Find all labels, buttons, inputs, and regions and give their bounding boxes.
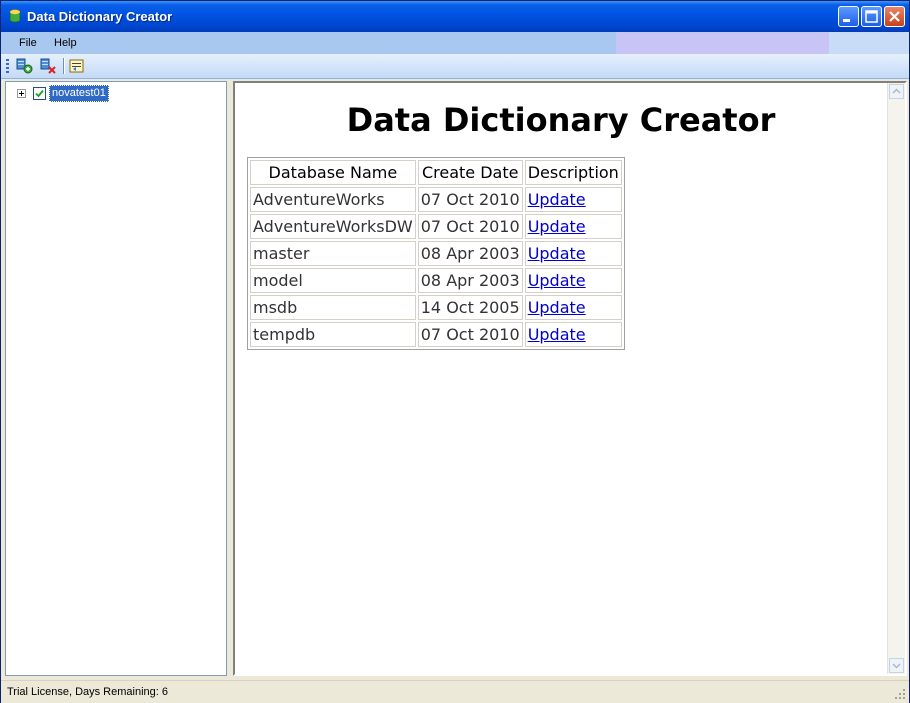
database-name-cell: master bbox=[250, 241, 416, 266]
table-header-row: Database Name Create Date Description bbox=[250, 160, 622, 185]
database-name-cell: model bbox=[250, 268, 416, 293]
create-date-cell: 07 Oct 2010 bbox=[417, 322, 523, 347]
expand-icon[interactable] bbox=[17, 89, 26, 98]
create-date-cell: 07 Oct 2010 bbox=[417, 214, 523, 239]
column-header: Database Name bbox=[250, 160, 416, 185]
menu-file[interactable]: File bbox=[19, 37, 37, 49]
create-date-cell: 07 Oct 2010 bbox=[417, 187, 523, 212]
description-cell: Update bbox=[524, 187, 622, 212]
update-link[interactable]: Update bbox=[528, 244, 586, 263]
table-row: AdventureWorksDW 07 Oct 2010 Update bbox=[250, 214, 622, 239]
table-row: tempdb 07 Oct 2010 Update bbox=[250, 322, 622, 347]
database-name-cell: AdventureWorksDW bbox=[250, 214, 416, 239]
column-header: Description bbox=[524, 160, 622, 185]
report-document: Data Dictionary Creator Database Name Cr… bbox=[235, 83, 887, 674]
update-link[interactable]: Update bbox=[528, 217, 586, 236]
scroll-up-button[interactable] bbox=[889, 84, 904, 99]
toolbar bbox=[1, 54, 909, 79]
table-row: msdb 14 Oct 2005 Update bbox=[250, 295, 622, 320]
update-link[interactable]: Update bbox=[528, 298, 586, 317]
title-bar[interactable]: Data Dictionary Creator bbox=[1, 1, 909, 33]
minimize-button[interactable] bbox=[838, 6, 859, 27]
vertical-scrollbar[interactable] bbox=[887, 83, 905, 674]
database-table: Database Name Create Date Description Ad… bbox=[247, 157, 625, 350]
server-tree[interactable]: novatest01 bbox=[5, 81, 227, 676]
create-date-cell: 08 Apr 2003 bbox=[417, 268, 523, 293]
report-view: Data Dictionary Creator Database Name Cr… bbox=[233, 81, 907, 676]
app-icon bbox=[7, 8, 23, 24]
database-name-cell: msdb bbox=[250, 295, 416, 320]
close-button[interactable] bbox=[884, 6, 905, 27]
table-row: model 08 Apr 2003 Update bbox=[250, 268, 622, 293]
menu-bar-accent-right bbox=[829, 32, 909, 54]
create-date-cell: 14 Oct 2005 bbox=[417, 295, 523, 320]
tree-node-checkbox[interactable] bbox=[33, 87, 46, 100]
create-date-cell: 08 Apr 2003 bbox=[417, 241, 523, 266]
toolbar-grip[interactable] bbox=[6, 59, 9, 74]
description-cell: Update bbox=[524, 268, 622, 293]
resize-grip-icon[interactable] bbox=[894, 688, 906, 700]
checkmark-icon bbox=[35, 89, 44, 98]
scroll-down-button[interactable] bbox=[889, 658, 904, 673]
update-link[interactable]: Update bbox=[528, 190, 586, 209]
tree-node-label[interactable]: novatest01 bbox=[49, 85, 109, 102]
database-name-cell: tempdb bbox=[250, 322, 416, 347]
window-title: Data Dictionary Creator bbox=[27, 9, 173, 24]
minimize-icon bbox=[843, 19, 850, 22]
status-bar: Trial License, Days Remaining: 6 bbox=[1, 680, 909, 703]
column-header: Create Date bbox=[417, 160, 523, 185]
description-cell: Update bbox=[524, 295, 622, 320]
description-cell: Update bbox=[524, 214, 622, 239]
maximize-icon bbox=[865, 10, 878, 23]
update-link[interactable]: Update bbox=[528, 325, 586, 344]
description-cell: Update bbox=[524, 241, 622, 266]
update-link[interactable]: Update bbox=[528, 271, 586, 290]
toolbar-separator bbox=[63, 58, 65, 74]
license-status: Trial License, Days Remaining: 6 bbox=[7, 686, 168, 698]
maximize-button[interactable] bbox=[861, 6, 882, 27]
menu-bar: File Help bbox=[1, 32, 909, 54]
table-row: master 08 Apr 2003 Update bbox=[250, 241, 622, 266]
export-icon[interactable] bbox=[68, 57, 86, 75]
disconnect-server-icon[interactable] bbox=[39, 57, 57, 75]
chevron-up-icon bbox=[892, 88, 901, 94]
description-cell: Update bbox=[524, 322, 622, 347]
close-icon bbox=[889, 11, 900, 22]
menu-help[interactable]: Help bbox=[54, 37, 77, 49]
database-name-cell: AdventureWorks bbox=[250, 187, 416, 212]
chevron-down-icon bbox=[892, 663, 901, 669]
page-title: Data Dictionary Creator bbox=[346, 101, 776, 139]
connect-server-icon[interactable] bbox=[15, 57, 33, 75]
table-row: AdventureWorks 07 Oct 2010 Update bbox=[250, 187, 622, 212]
menu-bar-accent bbox=[616, 32, 829, 54]
app-window: Data Dictionary Creator File Help novate… bbox=[0, 0, 910, 703]
